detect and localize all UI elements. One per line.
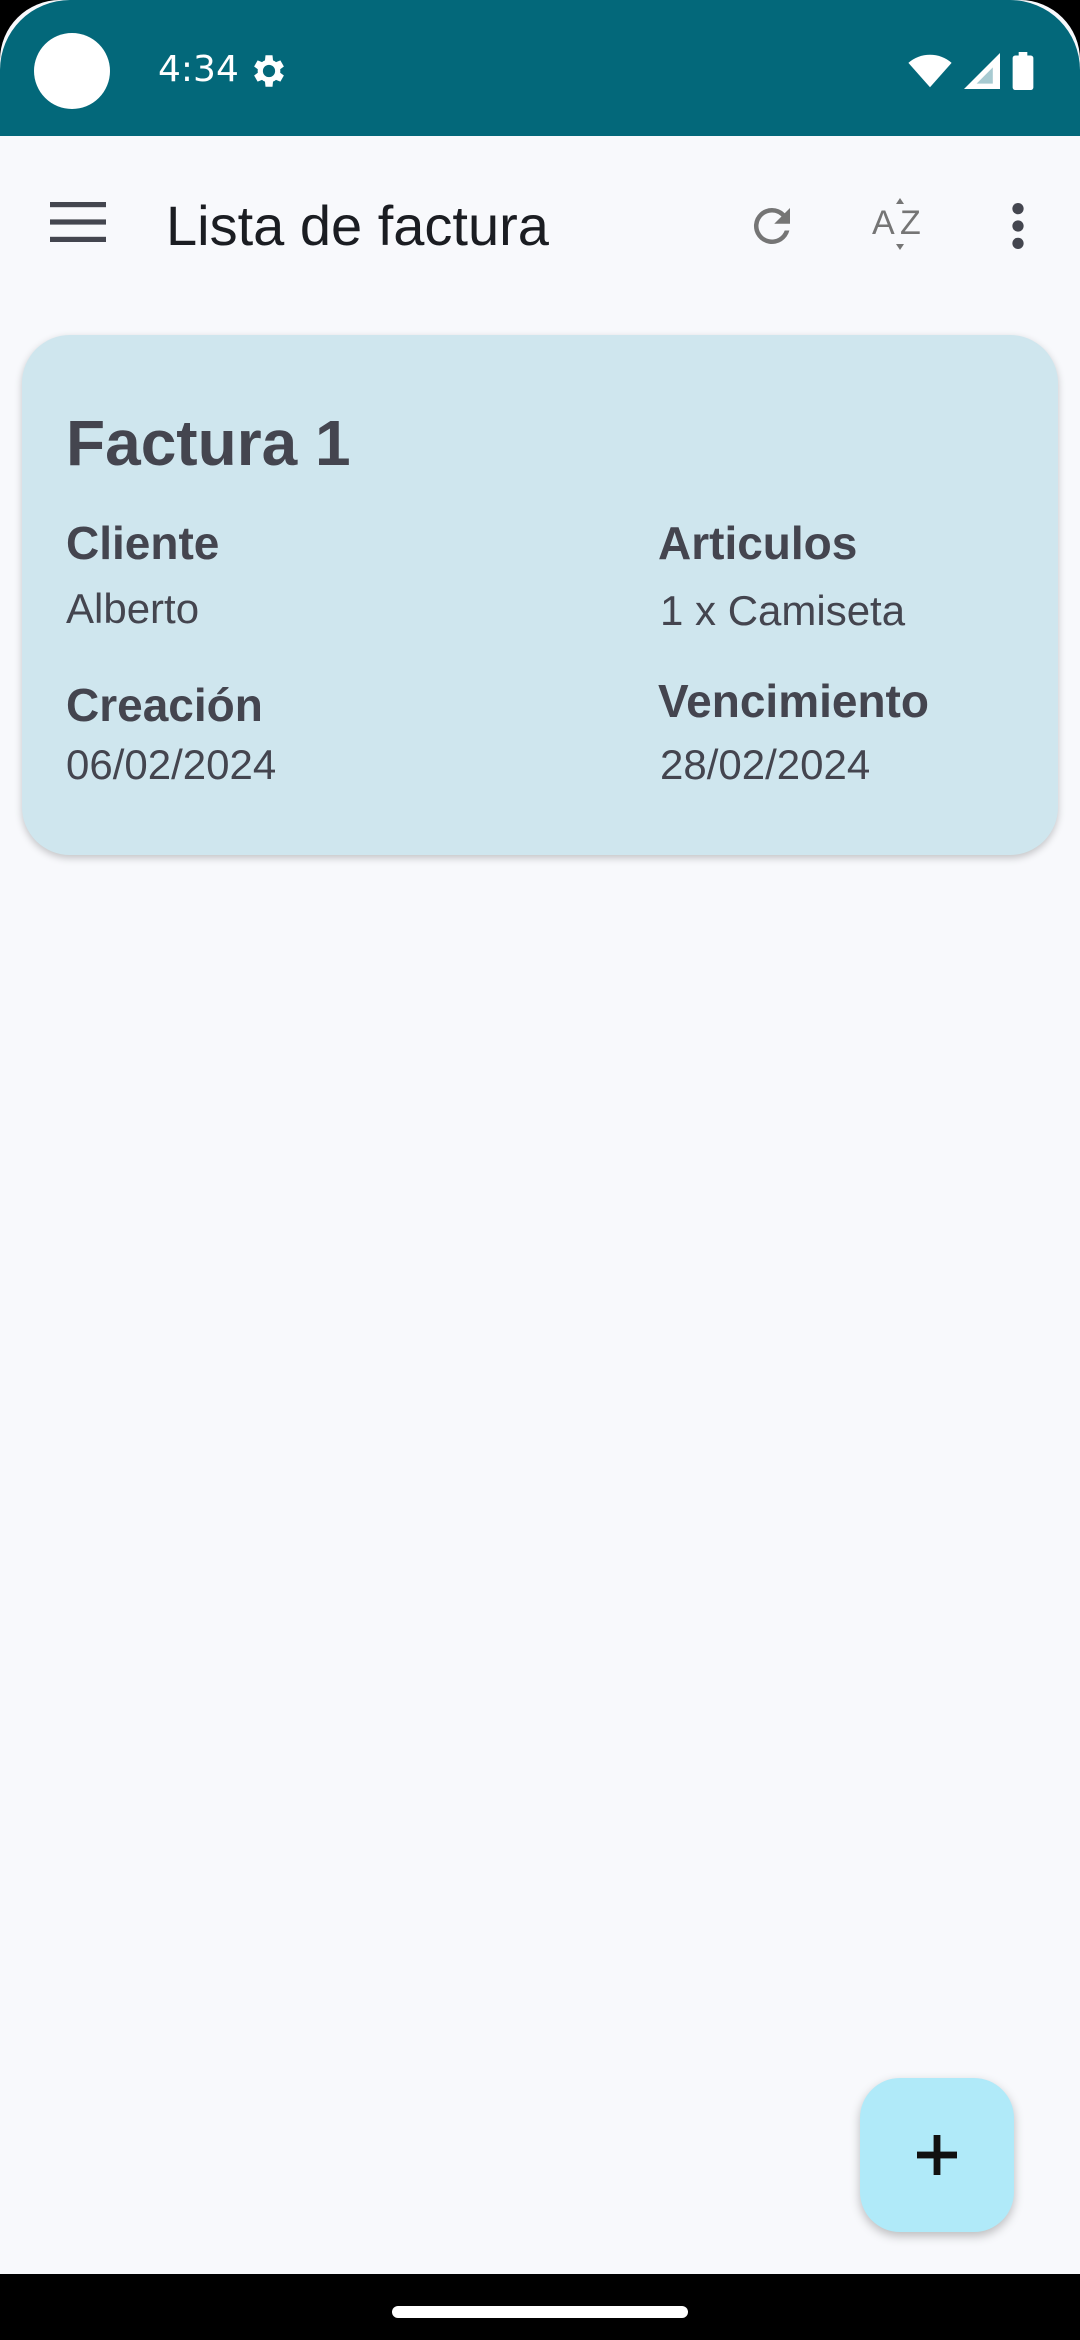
created-value: 06/02/2024 [66,741,277,788]
settings-icon [254,55,284,87]
add-icon [917,2135,957,2175]
refresh-button[interactable] [732,186,812,266]
client-label: Cliente [66,517,220,569]
sort-az-icon: A Z [872,198,921,250]
sort-az-button[interactable]: A Z [862,186,942,266]
menu-button[interactable] [42,186,114,258]
invoice-card[interactable]: Factura 1 Cliente Alberto Articulos 1 x … [22,335,1058,855]
menu-icon [50,202,106,242]
invoice-title: Factura 1 [66,407,351,479]
more-vert-icon [1012,203,1024,249]
battery-icon [1012,52,1034,90]
add-invoice-button[interactable] [860,2078,1014,2232]
camera-cutout [34,33,110,109]
svg-text:A: A [872,204,895,242]
navigation-bar [0,2274,1080,2340]
due-value: 28/02/2024 [660,741,871,788]
status-time: 4:34 [158,49,239,90]
due-label: Vencimiento [658,675,929,727]
refresh-icon [753,207,790,244]
app-bar: Lista de factura A Z [0,136,1080,312]
wifi-icon [908,54,952,88]
system-icons [908,52,1034,90]
status-bar: 4:34 [0,0,1080,136]
signal-icon [964,53,1000,89]
page-title: Lista de factura [166,194,549,257]
screen: 4:34 Lista de factura A Z Factura 1 Clie… [0,0,1080,2340]
articles-label: Articulos [658,517,858,569]
created-label: Creación [66,679,263,731]
svg-text:Z: Z [900,204,921,242]
more-options-button[interactable] [978,186,1058,266]
client-value: Alberto [66,585,200,632]
articles-value: 1 x Camiseta [660,587,906,634]
home-gesture-handle[interactable] [392,2306,688,2318]
